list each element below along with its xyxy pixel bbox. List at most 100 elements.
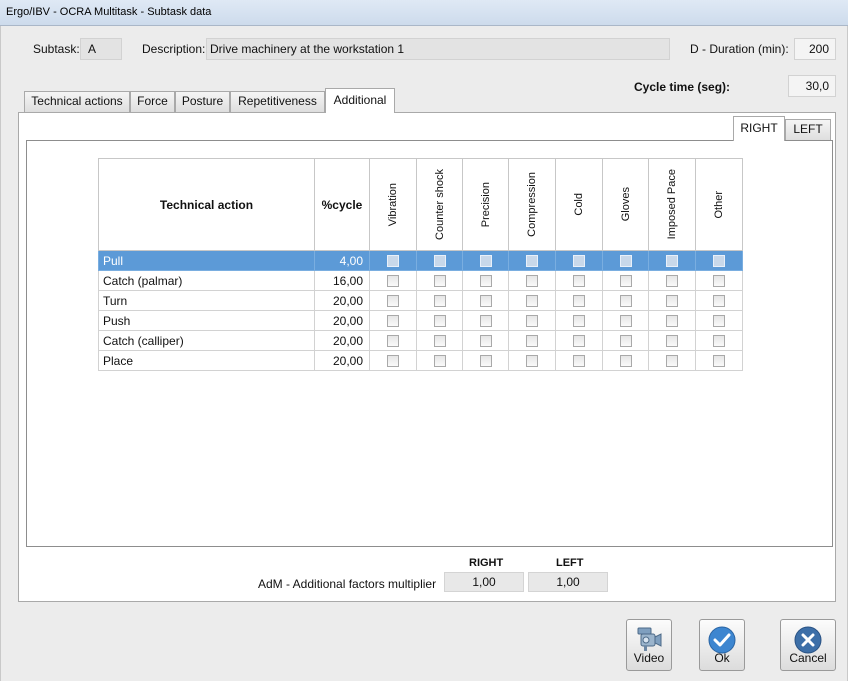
percent-cycle-cell: 20,00 [314,310,370,331]
header-compression-label: Compression [526,172,538,237]
technical-action-cell[interactable]: Turn [98,290,315,311]
percent-cycle-cell: 16,00 [314,270,370,291]
header-gloves-label: Gloves [619,187,632,222]
factor-checkbox[interactable] [666,255,678,268]
subtask-label: Subtask: [33,42,80,56]
factor-checkbox[interactable] [387,335,399,348]
header-cold-label: Cold [573,193,585,216]
header-percent-cycle[interactable]: %cycle [314,158,370,251]
tab-technical-actions[interactable]: Technical actions [24,91,130,112]
factor-checkbox[interactable] [433,275,446,288]
factor-checkbox[interactable] [713,335,725,348]
tab-force[interactable]: Force [130,91,175,112]
factor-checkbox[interactable] [573,295,585,308]
header-vibration[interactable]: Vibration [369,158,417,251]
factor-checkbox[interactable] [433,315,446,328]
factor-checkbox[interactable] [433,295,446,308]
factor-checkbox[interactable] [666,335,678,348]
header-technical-action[interactable]: Technical action [98,158,315,251]
factor-checkbox[interactable] [619,275,632,288]
factor-checkbox[interactable] [573,355,585,368]
close-icon [794,626,822,654]
factor-checkbox[interactable] [387,295,399,308]
tab-additional[interactable]: Additional [325,88,395,113]
factor-checkbox[interactable] [479,295,492,308]
factor-cell [648,310,696,331]
subtask-field: A [80,38,122,60]
technical-action-cell[interactable]: Pull [98,250,315,271]
factor-checkbox[interactable] [573,275,585,288]
technical-action-cell[interactable]: Place [98,350,315,371]
factor-checkbox[interactable] [619,295,632,308]
factor-checkbox[interactable] [387,275,399,288]
table-row[interactable]: Turn 20,00 [98,290,743,311]
factor-checkbox[interactable] [526,335,538,348]
factor-cell [369,350,417,371]
ok-button[interactable]: Ok [699,619,745,671]
tab-left[interactable]: LEFT [785,119,831,140]
cancel-button[interactable]: Cancel [780,619,836,671]
technical-action-cell[interactable]: Push [98,310,315,331]
technical-action-cell[interactable]: Catch (palmar) [98,270,315,291]
factor-checkbox[interactable] [526,315,538,328]
tab-posture[interactable]: Posture [175,91,230,112]
factor-checkbox[interactable] [526,275,538,288]
factor-cell [695,310,743,331]
factor-checkbox[interactable] [619,355,632,368]
header-other[interactable]: Other [695,158,743,251]
factor-checkbox[interactable] [573,255,585,268]
factor-checkbox[interactable] [619,315,632,328]
factor-checkbox[interactable] [479,335,492,348]
factor-checkbox[interactable] [479,315,492,328]
factor-checkbox[interactable] [479,355,492,368]
factor-checkbox[interactable] [619,335,632,348]
factor-cell [555,270,603,291]
factor-checkbox[interactable] [526,355,538,368]
factor-checkbox[interactable] [573,315,585,328]
factor-checkbox[interactable] [713,315,725,328]
factor-checkbox[interactable] [573,335,585,348]
factor-checkbox[interactable] [713,295,725,308]
factor-checkbox[interactable] [433,255,446,268]
table-row[interactable]: Pull 4,00 [98,250,743,271]
factor-checkbox[interactable] [387,315,399,328]
table-header-row: Technical action %cycle Vibration Counte… [98,158,743,251]
factor-checkbox[interactable] [387,355,399,368]
factor-checkbox[interactable] [619,255,632,268]
factor-checkbox[interactable] [713,275,725,288]
video-button[interactable]: Video [626,619,672,671]
factor-checkbox[interactable] [666,295,678,308]
factor-checkbox[interactable] [433,355,446,368]
factor-checkbox[interactable] [666,275,678,288]
description-field: Drive machinery at the workstation 1 [206,38,670,60]
factor-checkbox[interactable] [666,315,678,328]
factor-checkbox[interactable] [479,255,492,268]
header-precision[interactable]: Precision [462,158,509,251]
table-row[interactable]: Push 20,00 [98,310,743,331]
factor-checkbox[interactable] [526,255,538,268]
factor-checkbox[interactable] [479,275,492,288]
table-row[interactable]: Catch (palmar) 16,00 [98,270,743,291]
factor-checkbox[interactable] [387,255,399,268]
factor-cell [648,290,696,311]
header-compression[interactable]: Compression [508,158,556,251]
table-row[interactable]: Place 20,00 [98,350,743,371]
factor-cell [462,270,509,291]
factor-cell [648,270,696,291]
tab-right[interactable]: RIGHT [733,116,785,141]
factor-checkbox[interactable] [433,335,446,348]
multiplier-right-header: RIGHT [469,557,504,569]
tab-repetitiveness[interactable]: Repetitiveness [230,91,325,112]
factor-cell [462,250,509,271]
technical-action-cell[interactable]: Catch (calliper) [98,330,315,351]
cycle-time-input[interactable]: 30,0 [788,75,836,97]
factor-checkbox[interactable] [666,355,678,368]
factor-checkbox[interactable] [526,295,538,308]
header-counter-shock[interactable]: Counter shock [416,158,463,251]
header-gloves[interactable]: Gloves [602,158,649,251]
factor-checkbox[interactable] [713,355,725,368]
header-imposed-pace[interactable]: Imposed Pace [648,158,696,251]
table-row[interactable]: Catch (calliper) 20,00 [98,330,743,351]
header-cold[interactable]: Cold [555,158,603,251]
factor-checkbox[interactable] [713,255,725,268]
